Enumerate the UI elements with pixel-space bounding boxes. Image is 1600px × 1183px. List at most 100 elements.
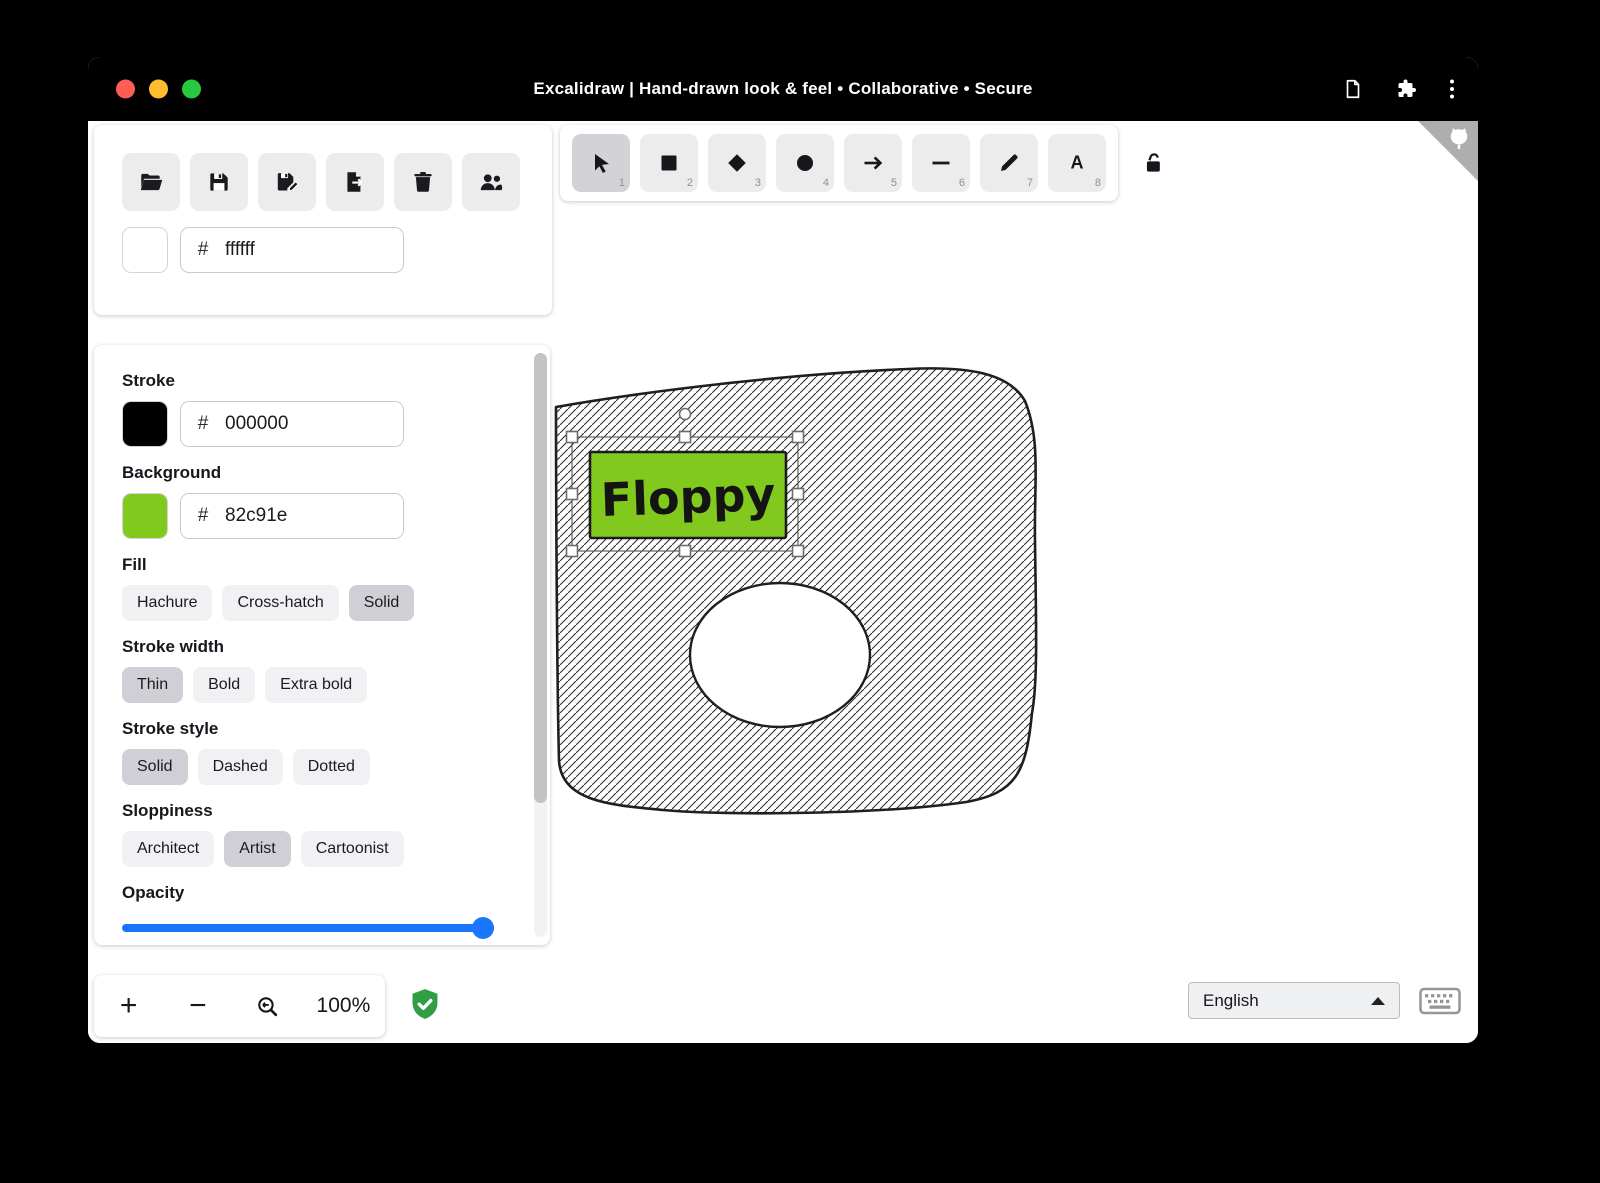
handle-top-mid[interactable] [680, 432, 691, 443]
stroke-style-section: Stroke style Solid Dashed Dotted [122, 719, 510, 785]
handle-top-left[interactable] [567, 432, 578, 443]
tool-shortcut: 3 [755, 177, 761, 189]
menu-kebab-icon[interactable] [1448, 77, 1456, 101]
sloppiness-section: Sloppiness Architect Artist Cartoonist [122, 801, 510, 867]
background-section: Background # [122, 463, 510, 539]
stroke-style-solid[interactable]: Solid [122, 749, 188, 785]
zoom-reset-icon [255, 994, 280, 1019]
tool-shortcut: 1 [619, 177, 625, 189]
tool-arrow[interactable]: 5 [844, 134, 902, 192]
stroke-color-input[interactable] [225, 413, 385, 435]
hash-prefix: # [181, 413, 225, 435]
stroke-style-dashed[interactable]: Dashed [198, 749, 283, 785]
keyboard-shortcuts-icon[interactable] [1419, 987, 1461, 1015]
clear-canvas-button[interactable] [394, 153, 452, 211]
hash-prefix: # [181, 239, 225, 261]
app-area: Floppy [88, 121, 1478, 1043]
language-select[interactable]: English [1188, 982, 1400, 1019]
tool-selection[interactable]: 1 [572, 134, 630, 192]
tool-ellipse[interactable]: 4 [776, 134, 834, 192]
stroke-section: Stroke # [122, 371, 510, 447]
collaboration-button[interactable] [462, 153, 520, 211]
stroke-width-section: Stroke width Thin Bold Extra bold [122, 637, 510, 703]
fill-option-crosshatch[interactable]: Cross-hatch [222, 585, 338, 621]
handle-bottom-right[interactable] [793, 546, 804, 557]
save-button[interactable] [190, 153, 248, 211]
save-as-button[interactable] [258, 153, 316, 211]
app-window: Excalidraw | Hand-drawn look & feel • Co… [88, 57, 1478, 1043]
selected-rectangle[interactable]: Floppy [590, 452, 786, 538]
octocat-icon[interactable] [1444, 124, 1474, 154]
sloppiness-label: Sloppiness [122, 801, 510, 821]
circle-icon [793, 151, 817, 175]
sloppiness-cartoonist[interactable]: Cartoonist [301, 831, 404, 867]
background-label: Background [122, 463, 510, 483]
folder-open-icon [138, 169, 164, 195]
floppy-hub-hole[interactable] [690, 583, 870, 727]
handle-mid-left[interactable] [567, 489, 578, 500]
language-selected: English [1203, 991, 1259, 1011]
rotate-handle[interactable] [680, 409, 691, 420]
zoom-reset-button[interactable] [233, 975, 302, 1037]
tool-shortcut: 7 [1027, 177, 1033, 189]
sloppiness-architect[interactable]: Architect [122, 831, 214, 867]
tool-shortcut: 4 [823, 177, 829, 189]
tool-line[interactable]: 6 [912, 134, 970, 192]
handle-bottom-mid[interactable] [680, 546, 691, 557]
background-hex-field: # [180, 493, 404, 539]
desktop-background: Excalidraw | Hand-drawn look & feel • Co… [0, 0, 1600, 1183]
opacity-label: Opacity [122, 883, 510, 903]
tool-diamond[interactable]: 3 [708, 134, 766, 192]
canvas-background-hex-field: # [180, 227, 404, 273]
export-icon [342, 169, 368, 195]
titlebar[interactable]: Excalidraw | Hand-drawn look & feel • Co… [88, 57, 1478, 121]
square-icon [657, 151, 681, 175]
open-button[interactable] [122, 153, 180, 211]
tool-draw[interactable]: 7 [980, 134, 1038, 192]
tool-rectangle[interactable]: 2 [640, 134, 698, 192]
fill-section: Fill Hachure Cross-hatch Solid [122, 555, 510, 621]
handle-top-right[interactable] [793, 432, 804, 443]
opacity-slider-thumb[interactable] [472, 917, 494, 939]
tool-shortcut: 6 [959, 177, 965, 189]
line-icon [929, 151, 953, 175]
arrow-icon [861, 151, 885, 175]
background-color-swatch[interactable] [122, 493, 168, 539]
fill-option-solid[interactable]: Solid [349, 585, 415, 621]
sloppiness-artist[interactable]: Artist [224, 831, 290, 867]
encrypted-shield-icon[interactable] [408, 987, 442, 1023]
stroke-hex-field: # [180, 401, 404, 447]
zoom-out-button[interactable]: − [163, 975, 232, 1037]
properties-panel: Stroke # Background # [94, 345, 550, 945]
opacity-slider[interactable] [122, 917, 494, 939]
shape-text[interactable]: Floppy [600, 467, 776, 527]
text-tool-icon: A [1065, 151, 1089, 175]
stroke-style-label: Stroke style [122, 719, 510, 739]
stroke-style-dotted[interactable]: Dotted [293, 749, 370, 785]
stroke-width-thin[interactable]: Thin [122, 667, 183, 703]
trash-icon [410, 169, 436, 195]
opacity-slider-track [122, 924, 494, 932]
panel-scrollbar[interactable] [534, 353, 547, 937]
tool-shortcut: 5 [891, 177, 897, 189]
export-button[interactable] [326, 153, 384, 211]
tool-text[interactable]: A 8 [1048, 134, 1106, 192]
canvas-background-input[interactable] [225, 239, 385, 261]
zoom-in-button[interactable]: + [94, 975, 163, 1037]
stroke-width-extra-bold[interactable]: Extra bold [265, 667, 367, 703]
stroke-width-bold[interactable]: Bold [193, 667, 255, 703]
lock-toggle[interactable] [1142, 149, 1168, 182]
users-icon [477, 169, 505, 195]
document-icon[interactable] [1342, 78, 1364, 100]
canvas-background-swatch[interactable] [122, 227, 168, 273]
stroke-color-swatch[interactable] [122, 401, 168, 447]
window-title: Excalidraw | Hand-drawn look & feel • Co… [88, 79, 1478, 99]
fill-option-hachure[interactable]: Hachure [122, 585, 212, 621]
handle-mid-right[interactable] [793, 489, 804, 500]
background-color-input[interactable] [225, 505, 385, 527]
panel-scrollbar-thumb[interactable] [534, 353, 547, 803]
diamond-icon [725, 151, 749, 175]
extensions-puzzle-icon[interactable] [1394, 77, 1418, 101]
fill-label: Fill [122, 555, 510, 575]
handle-bottom-left[interactable] [567, 546, 578, 557]
